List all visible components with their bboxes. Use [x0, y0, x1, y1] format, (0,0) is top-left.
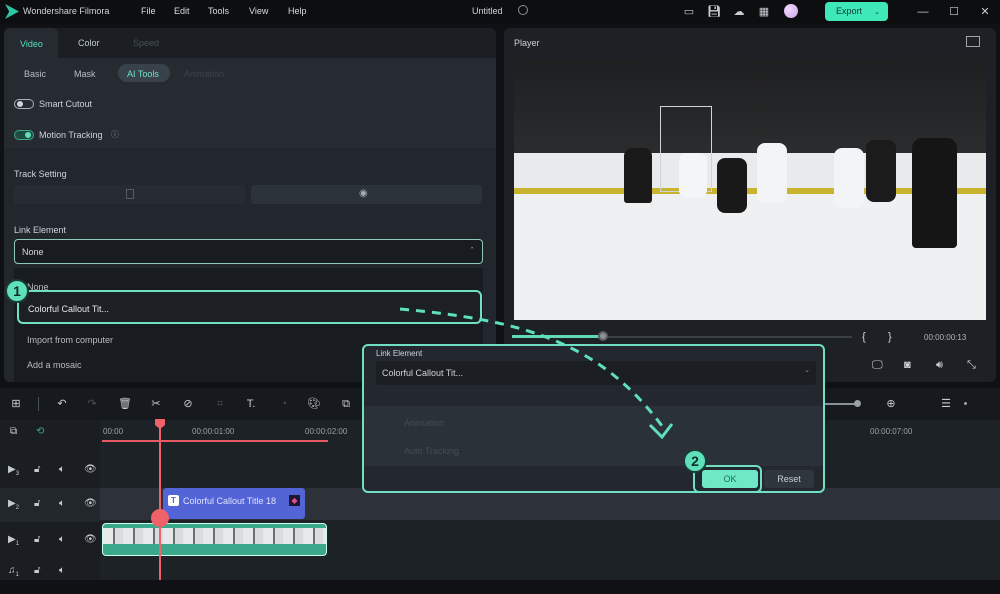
- annotation-arrow: [399, 307, 674, 440]
- dashed-arrow-path: [399, 307, 667, 431]
